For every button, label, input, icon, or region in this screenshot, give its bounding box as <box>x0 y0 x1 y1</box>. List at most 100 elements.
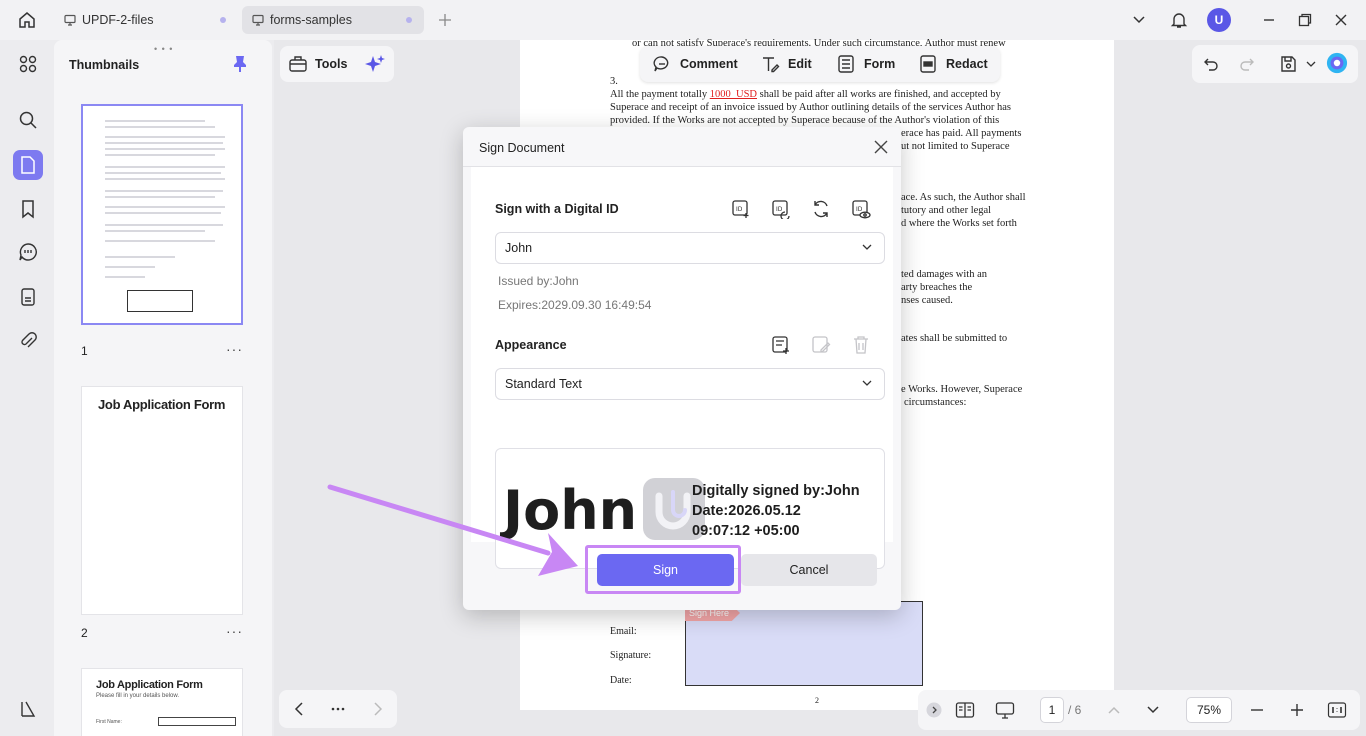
section-number: 3. <box>610 76 618 87</box>
view-certificate-icon[interactable]: ID <box>850 198 872 220</box>
more-options-icon[interactable]: ··· <box>226 623 243 639</box>
document-text: tutory and other legal <box>901 205 992 216</box>
more-icon[interactable] <box>328 699 348 719</box>
save-icon[interactable] <box>1277 54 1299 74</box>
unsaved-dot-icon <box>220 17 226 23</box>
tools-toolbar: Tools <box>280 46 394 82</box>
chevron-down-icon[interactable] <box>1300 54 1322 74</box>
svg-text:ID: ID <box>856 206 863 213</box>
monitor-icon <box>252 14 264 26</box>
edit-button[interactable]: Edit <box>760 52 812 76</box>
minimize-icon[interactable] <box>1258 9 1280 31</box>
thumbnails-icon[interactable] <box>13 150 43 180</box>
svg-text:ID: ID <box>736 206 743 213</box>
bookmark-icon[interactable] <box>13 194 43 224</box>
chevron-right-icon[interactable] <box>368 699 388 719</box>
chevron-up-icon[interactable] <box>1103 699 1125 721</box>
comment-icon <box>653 56 669 72</box>
pin-icon[interactable] <box>232 55 248 73</box>
selected-digital-id: John <box>505 241 533 255</box>
refresh-icon[interactable] <box>810 198 832 220</box>
comment-button[interactable]: Comment <box>652 52 738 76</box>
document-text: provided. If the Works are not accepted … <box>610 115 1000 126</box>
home-icon[interactable] <box>14 8 40 32</box>
chevron-down-icon[interactable] <box>1142 699 1164 721</box>
zoom-in-icon[interactable] <box>1286 699 1308 721</box>
delete-icon[interactable] <box>850 334 872 356</box>
signature-label: Signature: <box>610 650 652 661</box>
sign-button[interactable]: Sign <box>597 554 734 586</box>
page-thumbnail-1[interactable] <box>81 104 243 325</box>
edit-appearance-icon[interactable] <box>810 334 832 356</box>
apps-grid-icon[interactable] <box>13 49 43 79</box>
document-text: ace. As such, the Author shall <box>901 192 1026 203</box>
date-label: Date: <box>610 675 632 686</box>
actual-size-icon[interactable] <box>1326 699 1348 721</box>
comments-icon[interactable] <box>13 237 43 267</box>
form-button[interactable]: Form <box>836 52 895 76</box>
document-text: arty breaches the <box>901 282 973 293</box>
unsaved-dot-icon <box>406 17 412 23</box>
form-icon <box>838 55 854 73</box>
digital-id-select[interactable]: John <box>495 232 885 264</box>
thumbnails-panel: • • • Thumbnails 1 ··· Job Application F… <box>54 40 272 736</box>
edit-toolbar: Comment Edit Form Redact <box>640 46 1000 82</box>
document-text: circumstances: <box>904 397 967 408</box>
page-number-label: 2 <box>81 626 88 640</box>
more-options-icon[interactable]: ··· <box>226 341 243 357</box>
edit-text-icon <box>763 57 780 73</box>
bell-icon[interactable] <box>1168 9 1190 31</box>
close-icon[interactable] <box>1330 9 1352 31</box>
presentation-icon[interactable] <box>994 699 1016 721</box>
add-tab-icon[interactable] <box>436 10 454 30</box>
tab-label: forms-samples <box>270 13 352 27</box>
page-number-label: 1 <box>81 344 88 358</box>
navigation-toolbar <box>279 690 397 728</box>
document-text: d where the Works set forth <box>901 218 1017 229</box>
layers-icon[interactable] <box>13 694 43 724</box>
attachments-page-icon[interactable] <box>13 282 43 312</box>
appearance-select[interactable]: Standard Text <box>495 368 885 400</box>
document-text: erace has paid. All payments <box>901 128 1022 139</box>
add-appearance-icon[interactable] <box>770 334 792 356</box>
document-text: ut not limited to Superace <box>901 141 1010 152</box>
avatar[interactable]: U <box>1207 8 1231 32</box>
redo-icon[interactable] <box>1236 54 1258 74</box>
undo-icon[interactable] <box>1200 54 1222 74</box>
redact-button[interactable]: Redact <box>918 52 988 76</box>
paperclip-icon[interactable] <box>13 326 43 356</box>
restore-icon[interactable] <box>1294 9 1316 31</box>
page-thumbnail-3[interactable]: Job Application Form Please fill in your… <box>81 668 243 736</box>
tab-updf-2-files[interactable]: UPDF-2-files <box>54 6 238 34</box>
zoom-out-icon[interactable] <box>1246 699 1268 721</box>
drag-handle-icon[interactable]: • • • <box>154 44 173 54</box>
history-toolbar <box>1192 45 1358 83</box>
redact-icon <box>920 55 936 73</box>
left-rail <box>8 40 52 736</box>
cancel-button[interactable]: Cancel <box>741 554 877 586</box>
dialog-title: Sign Document <box>479 141 565 155</box>
expires-text: Expires:2029.09.30 16:49:54 <box>498 298 652 312</box>
document-text: ted damages with an <box>901 269 988 280</box>
search-icon[interactable] <box>13 105 43 135</box>
svg-text:ID: ID <box>776 206 783 213</box>
zoom-level[interactable]: 75% <box>1186 697 1232 723</box>
ai-assistant-icon[interactable] <box>1326 52 1348 74</box>
add-digital-id-icon[interactable]: ID <box>730 198 752 220</box>
import-digital-id-icon[interactable]: ID <box>770 198 792 220</box>
preview-signature-details: Digitally signed by:John Date:2026.05.12… <box>692 481 860 541</box>
page-layout-icon[interactable] <box>954 699 976 721</box>
page-thumbnail-2[interactable]: Job Application Form <box>81 386 243 615</box>
dialog-body: Sign with a Digital ID ID ID ID John Iss… <box>471 167 893 569</box>
close-icon[interactable] <box>873 139 889 155</box>
chevron-down-icon[interactable] <box>1128 9 1150 31</box>
page-number-input[interactable]: 1 <box>1040 697 1064 723</box>
collapse-toggle-icon[interactable] <box>923 699 945 721</box>
chevron-left-icon[interactable] <box>289 699 309 719</box>
thumbnail-title: Job Application Form <box>98 397 226 412</box>
tools-button[interactable]: Tools <box>288 52 347 76</box>
ai-sparkle-icon[interactable] <box>364 54 386 76</box>
preview-line: 09:07:12 +05:00 <box>692 523 800 539</box>
tools-label: Tools <box>315 57 348 71</box>
tab-forms-samples[interactable]: forms-samples <box>242 6 424 34</box>
